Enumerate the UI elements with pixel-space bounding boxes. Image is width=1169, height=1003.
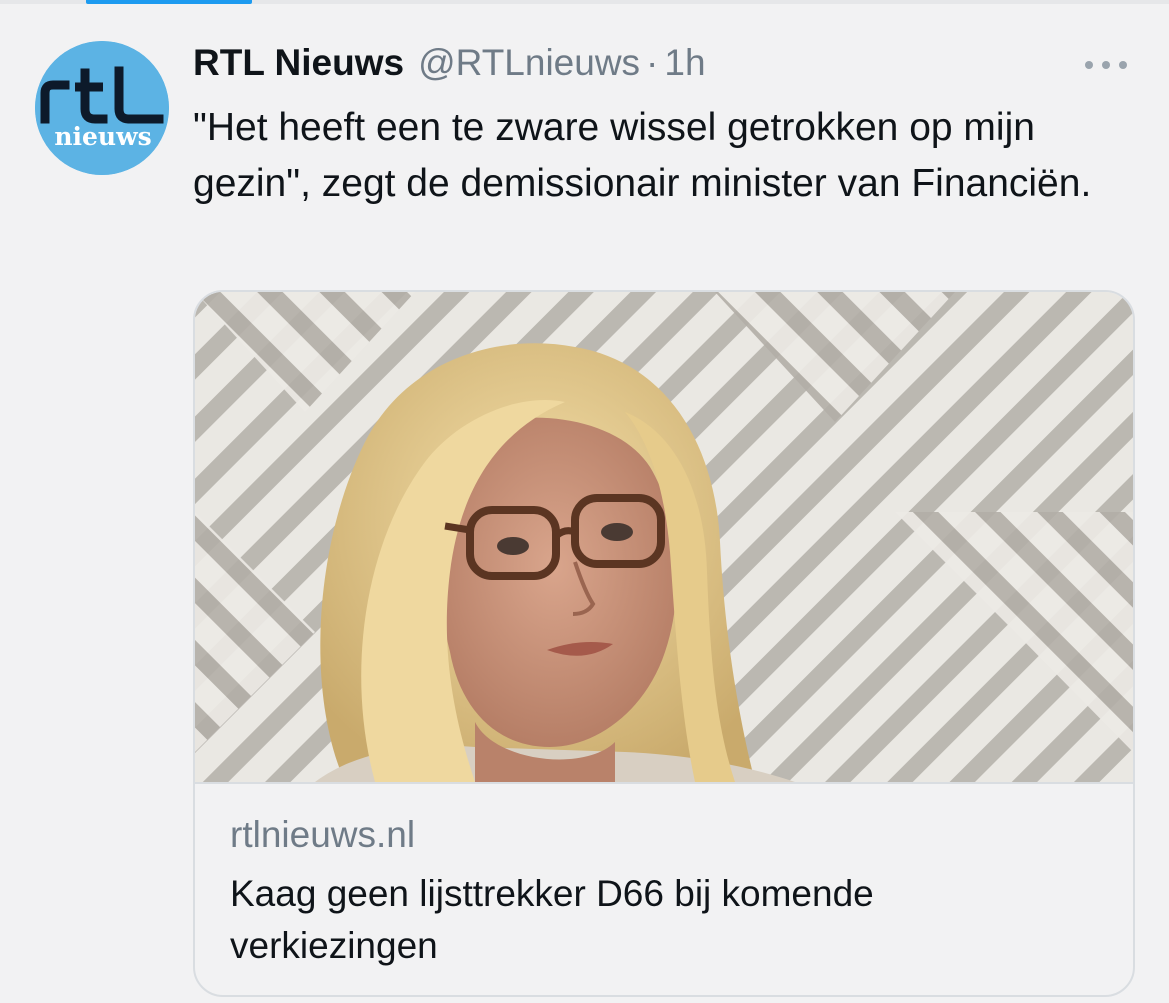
link-card[interactable]: rtlnieuws.nl Kaag geen lijsttrekker D66 … xyxy=(193,290,1135,997)
photo-woman-glasses xyxy=(195,292,1133,782)
more-horizontal-icon[interactable] xyxy=(1083,56,1129,74)
tweet-text: "Het heeft een te zware wissel getrokken… xyxy=(193,106,1092,205)
card-image[interactable] xyxy=(195,292,1133,782)
card-divider xyxy=(195,782,1133,784)
author-handle[interactable]: @RTLnieuws xyxy=(418,42,640,84)
author-display-name[interactable]: RTL Nieuws xyxy=(193,42,404,84)
avatar[interactable]: nieuws xyxy=(35,41,169,175)
tweet[interactable]: nieuws RTL Nieuws @RTLnieuws · 1h "Het h… xyxy=(0,4,1169,1003)
tweet-timestamp[interactable]: 1h xyxy=(664,42,705,84)
avatar-logo-subtext: nieuws xyxy=(54,122,151,151)
tweet-header: RTL Nieuws @RTLnieuws · 1h xyxy=(193,42,706,88)
rtl-nieuws-logo: nieuws xyxy=(35,41,169,175)
card-title[interactable]: Kaag geen lijsttrekker D66 bij komende v… xyxy=(230,868,1090,972)
card-domain[interactable]: rtlnieuws.nl xyxy=(230,814,415,856)
header-separator: · xyxy=(646,42,659,83)
